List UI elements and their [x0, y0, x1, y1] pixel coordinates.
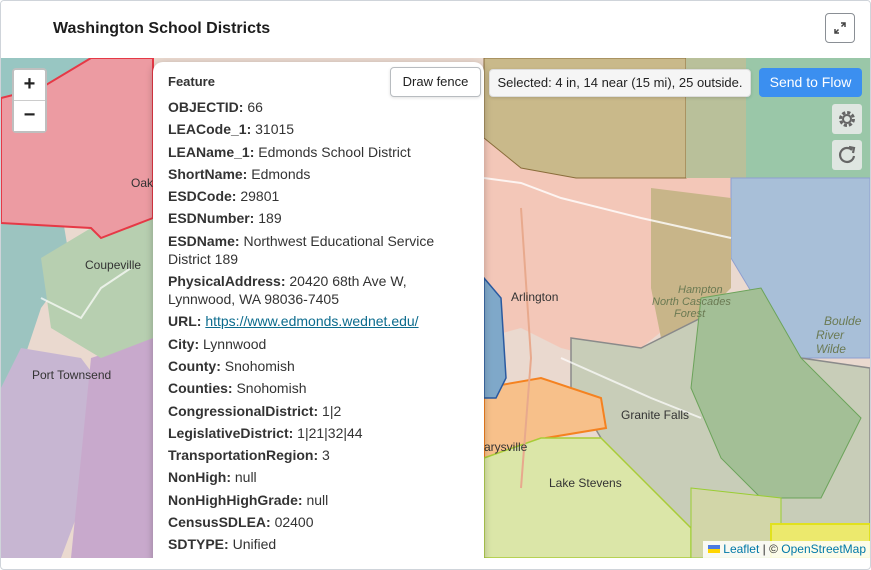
- popup-field-row: City: Lynnwood: [168, 335, 458, 353]
- popup-field-key: ShortName:: [168, 165, 248, 182]
- place-label-forest: Forest: [674, 308, 706, 320]
- popup-field-row: CensusSDLEA: 02400: [168, 513, 458, 531]
- popup-field-value: 02400: [274, 514, 314, 531]
- gear-icon: [839, 111, 855, 127]
- refresh-icon: [839, 145, 856, 163]
- feature-popup: Feature OBJECTID: 66 LEACode_1: 31015 LEAN…: [153, 62, 484, 558]
- popup-field-key: CongressionalDistrict:: [168, 402, 319, 419]
- expand-button[interactable]: [825, 13, 855, 43]
- place-label-boulder: Boulde: [824, 314, 862, 328]
- popup-field-key: PhysicalAddress:: [168, 273, 286, 290]
- map-canvas[interactable]: Oak Coupeville Port Townsend Arlington H…: [1, 58, 870, 558]
- popup-field-key: ESDCode:: [168, 188, 237, 205]
- popup-field-row: CongressionalDistrict: 1|2: [168, 402, 458, 420]
- popup-field-key: TransportationRegion:: [168, 447, 319, 464]
- popup-field-key: LEAName_1:: [168, 143, 255, 160]
- popup-field-key: URL:: [168, 313, 202, 330]
- popup-field-row: ESDName: Northwest Educational Service D…: [168, 232, 458, 268]
- popup-field-row: PhysicalAddress: 20420 68th Ave W, Lynnw…: [168, 272, 458, 308]
- place-label-oak: Oak: [131, 176, 154, 190]
- refresh-button[interactable]: [832, 140, 862, 170]
- popup-field-value: 1|21|32|44: [297, 424, 363, 441]
- popup-field-key: Counties:: [168, 380, 233, 397]
- popup-field-row: URL: https://www.edmonds.wednet.edu/: [168, 312, 458, 330]
- popup-field-value: Edmonds: [251, 165, 311, 182]
- leaflet-link[interactable]: Leaflet: [723, 542, 759, 556]
- map-attribution: Leaflet | © OpenStreetMap: [703, 541, 870, 558]
- draw-fence-button[interactable]: Draw fence: [390, 67, 481, 97]
- popup-field-value: Snohomish: [236, 380, 307, 397]
- popup-field-value: Lynnwood: [203, 335, 267, 352]
- place-label-granite-falls: Granite Falls: [621, 408, 690, 422]
- popup-field-value: 31015: [255, 121, 295, 138]
- ukraine-flag-icon: [708, 545, 721, 553]
- popup-field-row: ESDNumber: 189: [168, 209, 458, 227]
- popup-field-row: NonHigh: null: [168, 468, 458, 486]
- popup-field-value: 29801: [240, 188, 280, 205]
- popup-field-row: County: Snohomish: [168, 357, 458, 375]
- widget-frame: Washington School Districts Oak Coupevil…: [0, 0, 871, 570]
- popup-heading: Feature: [168, 74, 215, 89]
- openstreetmap-link[interactable]: OpenStreetMap: [781, 542, 866, 556]
- popup-field-value: 1|2: [322, 402, 342, 419]
- place-label-north-cascades: North Cascades: [652, 296, 731, 308]
- popup-field-key: NonHigh:: [168, 469, 231, 486]
- popup-field-value: 189: [258, 210, 282, 227]
- popup-field-value: Unified: [232, 536, 277, 553]
- popup-field-key: City:: [168, 335, 200, 352]
- popup-field-row: ESDCode: 29801: [168, 187, 458, 205]
- header: Washington School Districts: [1, 1, 870, 58]
- place-label-river-wilderness: River Wilde: [816, 328, 846, 356]
- popup-field-value: null: [234, 469, 257, 486]
- popup-field-row: LegislativeDistrict: 1|21|32|44: [168, 424, 458, 442]
- popup-field-row: ShortName: Edmonds: [168, 165, 458, 183]
- popup-url-link[interactable]: https://www.edmonds.wednet.edu/: [205, 313, 418, 329]
- zoom-in-button[interactable]: +: [14, 70, 45, 101]
- popup-field-value: null: [306, 491, 329, 508]
- popup-field-key: ESDNumber:: [168, 210, 255, 227]
- expand-icon: [834, 22, 846, 34]
- popup-field-row: TransportationRegion: 3: [168, 446, 458, 464]
- popup-field-key: OBJECTID:: [168, 99, 244, 115]
- popup-field-key: County:: [168, 357, 221, 374]
- popup-field-row: LEAName_1: Edmonds School District: [168, 143, 458, 161]
- settings-button[interactable]: [832, 104, 862, 134]
- place-label-port-townsend: Port Townsend: [32, 368, 112, 382]
- send-to-flow-button[interactable]: Send to Flow: [759, 68, 862, 97]
- popup-field-row: SDTYPE: Unified: [168, 535, 458, 553]
- selection-status: Selected: 4 in, 14 near (15 mi), 25 outs…: [489, 69, 751, 97]
- popup-field-key: ESDName:: [168, 232, 240, 249]
- popup-field-key: LEACode_1:: [168, 121, 252, 138]
- popup-fields: OBJECTID: 66 LEACode_1: 31015 LEAName_1: E…: [168, 98, 458, 558]
- attribution-separator: | ©: [759, 542, 782, 556]
- popup-field-value: Snohomish: [224, 357, 295, 374]
- popup-field-key: CensusSDLEA:: [168, 514, 271, 531]
- zoom-out-button[interactable]: −: [14, 101, 45, 131]
- popup-field-row: LEACode_1: 31015: [168, 120, 458, 138]
- place-label-coupeville: Coupeville: [85, 258, 142, 272]
- popup-field-key: LegislativeDistrict:: [168, 424, 294, 441]
- place-label-hampton: Hampton: [678, 284, 723, 296]
- page-title: Washington School Districts: [53, 20, 271, 37]
- popup-field-row: Counties: Snohomish: [168, 379, 458, 397]
- popup-field-row: NonHighHighGrade: null: [168, 491, 458, 509]
- popup-field-row: OBJECTID: 66: [168, 98, 458, 116]
- popup-field-value: Edmonds School District: [258, 143, 411, 160]
- popup-field-key: SDTYPE:: [168, 536, 229, 553]
- place-label-lake-stevens: Lake Stevens: [549, 476, 622, 490]
- popup-field-key: NonHighHighGrade:: [168, 491, 303, 508]
- popup-field-value: 66: [247, 99, 263, 115]
- place-label-marysville: arysville: [484, 440, 528, 454]
- popup-field-value: 3: [322, 447, 330, 464]
- zoom-control: + −: [12, 68, 47, 133]
- place-label-arlington: Arlington: [511, 290, 559, 304]
